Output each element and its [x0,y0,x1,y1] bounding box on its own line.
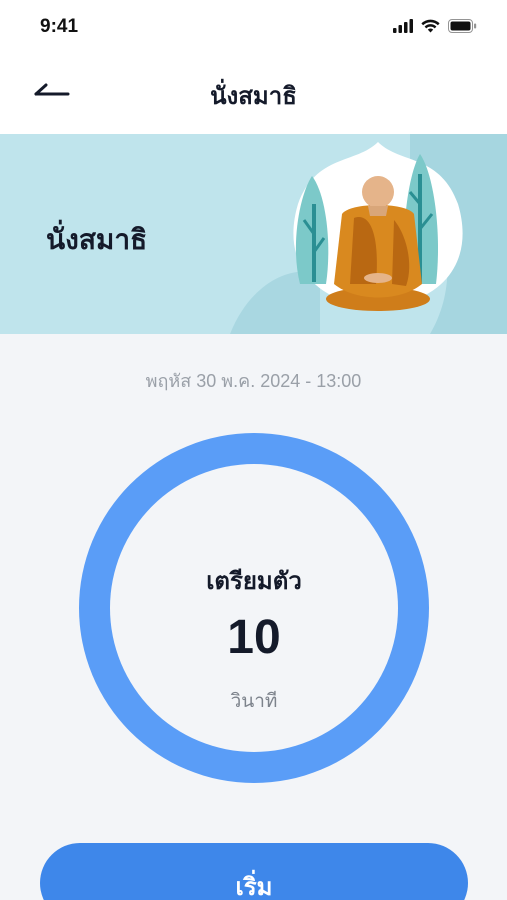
start-button[interactable]: เริ่ม [40,843,468,900]
start-button-label: เริ่ม [235,874,273,900]
countdown-label: เตรียมตัว [206,568,302,595]
countdown-value: 10 [227,611,281,664]
banner-title: นั่งสมาธิ [46,224,148,255]
battery-icon [448,19,477,38]
countdown-inner: เตรียมตัว 10 วินาที [110,464,398,752]
status-icons [393,19,477,38]
meditating-monk-illustration [230,134,507,334]
countdown-unit: วินาที [230,691,278,712]
meditation-screen: 9:41 นั่งสมาธิ นั่งสมาธิ พฤหัส 30 พ.ค. 2… [0,0,507,900]
hero-banner: นั่งสมาธิ [0,134,507,334]
signal-icon [393,19,413,38]
wifi-icon [421,19,440,38]
session-date: พฤหัส 30 พ.ค. 2024 - 13:00 [145,371,362,391]
page-title: นั่งสมาธิ [210,83,297,110]
countdown-ring: เตรียมตัว 10 วินาที [79,433,429,783]
nav-bar: นั่งสมาธิ [0,56,507,134]
status-bar: 9:41 [0,0,507,56]
status-time: 9:41 [40,16,79,37]
